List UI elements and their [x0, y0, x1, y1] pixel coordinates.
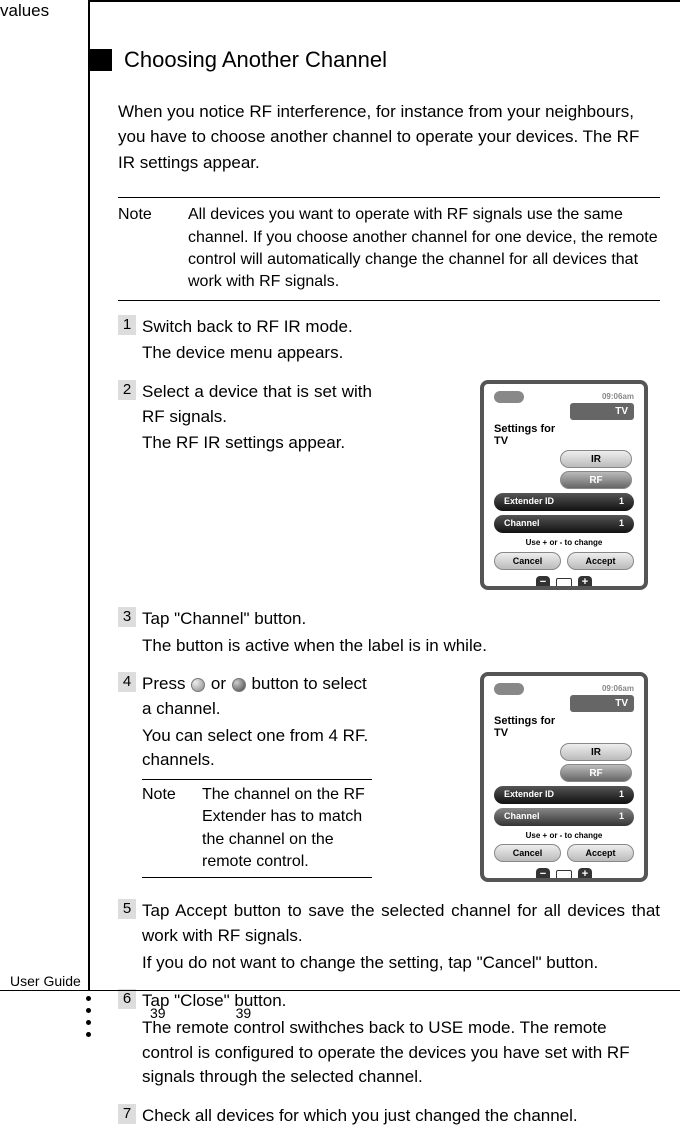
battery-icon — [494, 683, 524, 695]
extender-id-button: Extender ID1 — [494, 786, 634, 804]
minus-icon: − — [536, 868, 550, 882]
indicator-icon — [556, 870, 572, 880]
step-text: The remote control swithches back to USE… — [142, 1016, 660, 1090]
page-title: Choosing Another Channel — [124, 45, 387, 75]
step-number: 2 — [118, 380, 136, 400]
step-4: 4 Press or button to select a channel. Y… — [118, 672, 660, 887]
intro-paragraph: When you notice RF interference, for ins… — [118, 99, 660, 176]
device-screenshot-2: 09:06am TV Settings forTV IR RF Extender… — [480, 672, 648, 882]
plus-button-icon — [232, 678, 246, 692]
device-name: TV — [494, 727, 508, 739]
step-5: 5 Tap Accept button to save the selected… — [118, 899, 660, 977]
step-number: 1 — [118, 315, 136, 335]
device-tab: TV — [570, 403, 634, 420]
clock: 09:06am — [602, 684, 634, 695]
channel-button: Channel1 — [494, 515, 634, 533]
step-number: 5 — [118, 899, 136, 919]
minus-button-icon — [191, 678, 205, 692]
step-text: The device menu appears. — [142, 341, 660, 366]
note-text: All devices you want to operate with RF … — [188, 204, 660, 294]
step-text: The button is active when the label is i… — [142, 634, 660, 659]
note-text: The channel on the RF Extender has to ma… — [202, 784, 372, 874]
step-number: 6 — [118, 989, 136, 1009]
decorative-dots — [86, 996, 91, 1037]
step-text: Check all devices for which you just cha… — [142, 1104, 660, 1129]
note-label: Note — [118, 204, 188, 294]
extender-id-button: Extender ID1 — [494, 493, 634, 511]
user-guide-label: User Guide — [0, 973, 88, 991]
step-number: 4 — [118, 672, 136, 692]
note-block: Note All devices you want to operate wit… — [118, 197, 660, 301]
ir-button: IR — [560, 743, 632, 761]
step-text: You can select one from 4 RF. channels. — [142, 724, 372, 773]
channel-button: Channel1 — [494, 808, 634, 826]
step-7: 7 Check all devices for which you just c… — [118, 1104, 660, 1130]
footer-rule — [88, 973, 680, 991]
step-number: 7 — [118, 1104, 136, 1124]
hint-text: Use + or - to change — [488, 537, 640, 550]
accept-button: Accept — [567, 844, 634, 862]
battery-icon — [494, 391, 524, 403]
page-content: Choosing Another Channel When you notice… — [100, 45, 660, 1130]
step-3: 3 Tap "Channel" button. The button is ac… — [118, 607, 660, 660]
hint-text: Use + or - to change — [488, 830, 640, 843]
plus-icon: + — [578, 576, 592, 590]
heading-row: Choosing Another Channel — [100, 45, 660, 75]
accept-button: Accept — [567, 552, 634, 570]
step-2: 2 Select a device that is set with RF si… — [118, 380, 660, 595]
settings-for-label: Settings for — [494, 715, 555, 727]
footer: User Guide — [0, 973, 680, 991]
inner-note: Note The channel on the RF Extender has … — [142, 779, 372, 879]
step-text: Switch back to RF IR mode. — [142, 315, 660, 340]
cancel-button: Cancel — [494, 552, 561, 570]
step-1: 1 Switch back to RF IR mode. The device … — [118, 315, 660, 368]
rf-button: RF — [560, 471, 632, 489]
step-number: 3 — [118, 607, 136, 627]
page-numbers: 39 39 — [150, 1004, 251, 1023]
cancel-button: Cancel — [494, 844, 561, 862]
device-name: TV — [494, 435, 508, 447]
step-text: Tap "Channel" button. — [142, 607, 660, 632]
step-text: If you do not want to change the setting… — [142, 951, 660, 976]
page-number: 39 — [150, 1004, 166, 1023]
step-text: Select a device that is set with RF sign… — [142, 380, 372, 429]
ir-button: IR — [560, 450, 632, 468]
plus-icon: + — [578, 868, 592, 882]
step-text: Tap Accept button to save the selected c… — [142, 899, 660, 948]
left-border — [88, 0, 90, 990]
clock: 09:06am — [602, 392, 634, 403]
settings-for-label: Settings for — [494, 423, 555, 435]
minus-icon: − — [536, 576, 550, 590]
page-number: 39 — [236, 1004, 252, 1023]
step-text: Press or button to select a channel. — [142, 672, 372, 721]
device-screenshot-1: 09:06am TV Settings forTV IR RF Extender… — [480, 380, 648, 590]
note-label: Note — [142, 784, 202, 874]
top-border — [88, 0, 680, 2]
device-tab: TV — [570, 695, 634, 712]
heading-marker — [90, 49, 112, 71]
step-text: The RF IR settings appear. — [142, 431, 372, 456]
rf-button: RF — [560, 764, 632, 782]
indicator-icon — [556, 578, 572, 588]
